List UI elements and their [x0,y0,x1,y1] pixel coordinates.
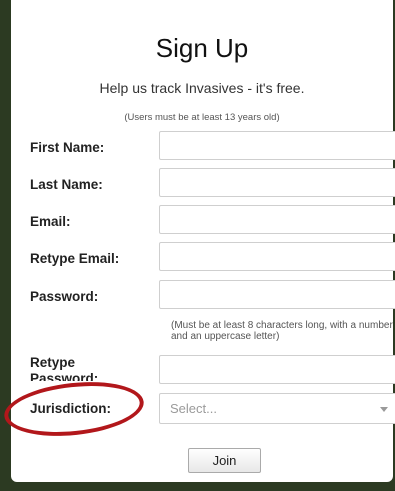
retype-password-label: Retype Password: [30,355,99,381]
join-button[interactable]: Join [188,448,261,473]
retype-password-input[interactable] [159,355,395,384]
retype-email-input[interactable] [159,242,395,271]
last-name-input[interactable] [159,168,395,197]
first-name-label: First Name: [30,140,105,155]
password-input[interactable] [159,280,395,309]
password-label: Password: [30,289,99,304]
page-subtitle: Help us track Invasives - it's free. [99,80,305,96]
page-title: Sign Up [155,33,249,63]
jurisdiction-select[interactable]: Select... [159,393,395,424]
age-requirement-note: (Users must be at least 13 years old) [124,112,280,123]
password-requirements-note: (Must be at least 8 characters long, wit… [171,320,393,342]
last-name-label: Last Name: [30,177,103,192]
email-input[interactable] [159,205,395,234]
dropdown-arrow-icon[interactable] [380,407,388,412]
email-label: Email: [30,214,71,229]
retype-email-label: Retype Email: [30,251,120,266]
first-name-input[interactable] [159,131,395,160]
jurisdiction-placeholder: Select... [170,401,217,416]
